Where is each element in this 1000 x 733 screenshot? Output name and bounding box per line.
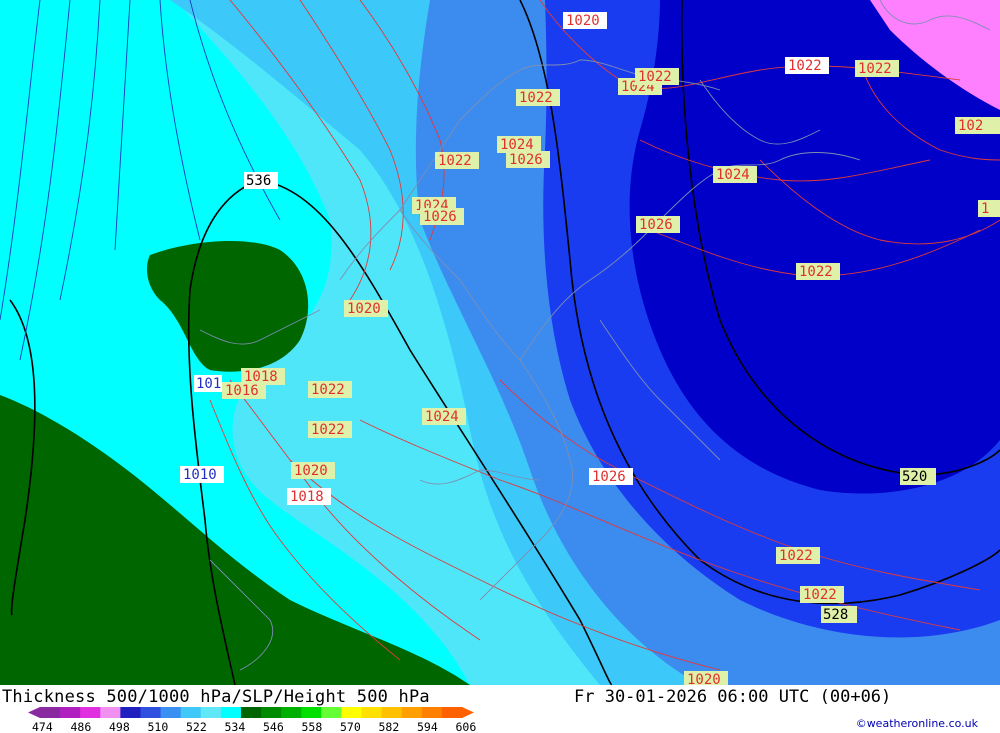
slp-label: 1022 [858,61,892,77]
scale-swatch [301,707,322,718]
scale-swatch [60,707,81,718]
slp-label: 1 [981,201,989,217]
height-label: 528 [823,607,848,623]
slp-label: 1022 [638,69,672,85]
slp-label: 1022 [799,264,833,280]
slp-label: 1018 [290,489,324,505]
scale-tick-label: 510 [148,720,169,733]
valid-time: Fr 30-01-2026 06:00 UTC (00+06) [574,687,892,707]
slp-label: 1020 [294,463,328,479]
slp-label: 1026 [423,209,457,225]
map-footer: Thickness 500/1000 hPa/SLP/Height 500 hP… [0,685,1000,733]
slp-label: 1022 [311,422,345,438]
scale-swatch [261,707,282,718]
slp-label: 1022 [438,153,472,169]
slp-label: 1022 [779,548,813,564]
scale-tick-label: 498 [109,720,130,733]
color-scale-bars [28,707,474,718]
slp-label: 1020 [566,13,600,29]
scale-tick-label: 594 [417,720,438,733]
scale-swatch [240,707,262,718]
scale-swatch [140,707,162,718]
scale-tick-label: 558 [302,720,323,733]
scale-swatch [381,707,403,718]
color-scale: 474 486 498 510 522 534 546 558 570 582 594 606 [28,707,476,733]
slp-label: 1010 [183,467,217,483]
slp-label: 1016 [225,383,259,399]
scale-swatch [120,707,141,718]
slp-label: 1020 [687,672,721,685]
scale-swatch [361,707,383,718]
slp-label: 101 [196,376,221,392]
slp-label: 1022 [311,382,345,398]
slp-label: 1022 [803,587,837,603]
slp-label: 1024 [500,137,534,153]
color-scale-ticks: 474 486 498 510 522 534 546 558 570 582 594 606 [32,720,476,733]
height-label: 520 [902,469,927,485]
scale-tick-label: 534 [225,720,246,733]
scale-swatch [40,707,61,718]
slp-label: 1022 [788,58,822,74]
slp-label: 1026 [592,469,626,485]
scale-tick-label: 606 [456,720,477,733]
scale-arrow-left [28,707,40,718]
scale-arrow-right [462,707,474,718]
scale-tick-label: 546 [263,720,284,733]
credit-link[interactable]: ©weatheronline.co.uk [856,717,978,730]
scale-swatch [160,707,182,718]
scale-tick-label: 486 [71,720,92,733]
scale-swatch [321,707,342,718]
scale-swatch [281,707,302,718]
scale-swatch [100,707,121,718]
scale-swatch [220,707,242,718]
scale-swatch [200,707,222,718]
scale-tick-label: 582 [379,720,400,733]
scale-swatch [80,707,101,718]
scale-swatch [180,707,202,718]
slp-label: 1024 [425,409,459,425]
slp-label: 1022 [519,90,553,106]
scale-swatch [441,707,463,718]
scale-tick-label: 522 [186,720,207,733]
slp-label: 1024 [716,167,750,183]
scale-tick-label: 474 [32,720,53,733]
height-label: 536 [246,173,271,189]
weather-map: 1020 1022 1022 1022 102 1024 1022 1022 1… [0,0,1000,685]
scale-swatch [421,707,443,718]
scale-swatch [401,707,423,718]
scale-swatch [341,707,363,718]
map-title: Thickness 500/1000 hPa/SLP/Height 500 hP… [2,687,430,707]
slp-label: 102 [958,118,983,134]
slp-label: 1026 [509,152,543,168]
slp-label: 1020 [347,301,381,317]
slp-label: 1026 [639,217,673,233]
scale-tick-label: 570 [340,720,361,733]
